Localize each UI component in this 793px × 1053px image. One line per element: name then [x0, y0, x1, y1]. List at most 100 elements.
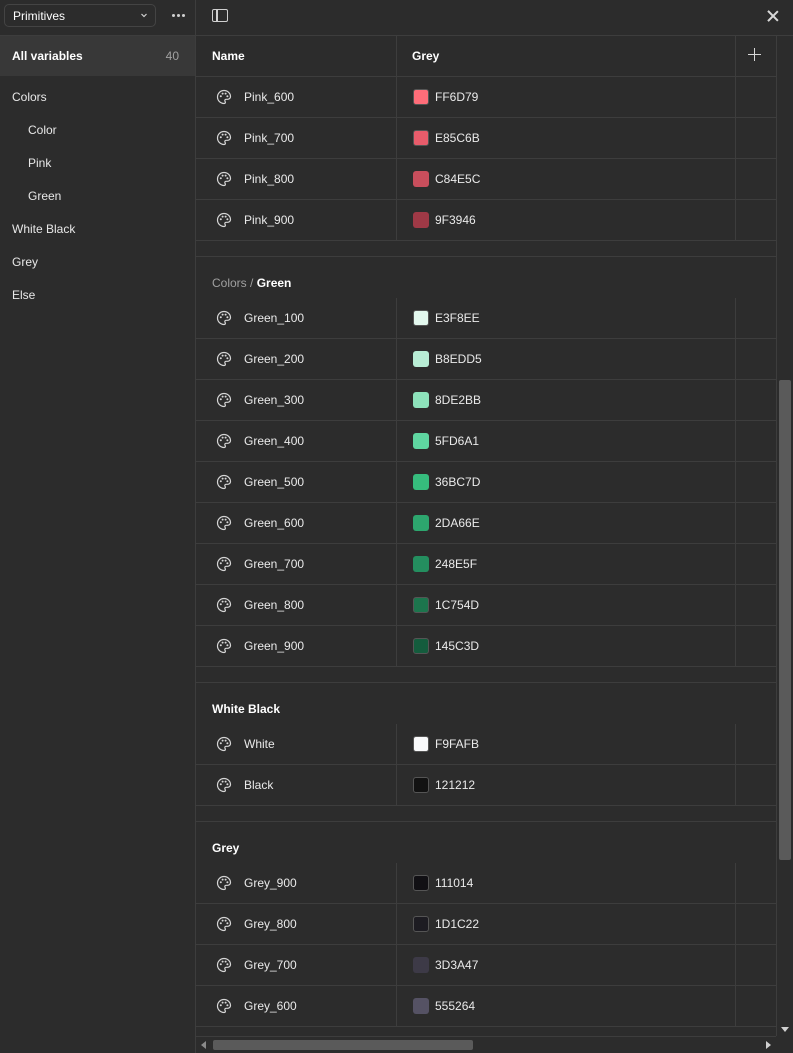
close-icon[interactable] — [767, 10, 779, 22]
vertical-scrollbar[interactable] — [776, 36, 793, 1036]
vertical-scroll-thumb[interactable] — [779, 380, 791, 860]
table-row[interactable]: Black 121212 — [196, 765, 776, 806]
variable-value[interactable]: C84E5C — [435, 172, 480, 186]
variable-value[interactable]: 555264 — [435, 999, 475, 1013]
table-row[interactable]: Green_400 5FD6A1 — [196, 421, 776, 462]
table-row[interactable]: Grey_800 1D1C22 — [196, 904, 776, 945]
variable-value[interactable]: 3D3A47 — [435, 958, 478, 972]
variable-name[interactable]: Grey_600 — [244, 999, 297, 1013]
variable-value[interactable]: 1C754D — [435, 598, 479, 612]
column-header-name[interactable]: Name — [212, 49, 245, 63]
sidebar-item-pink[interactable]: Pink — [0, 146, 195, 179]
variable-name[interactable]: Pink_600 — [244, 90, 294, 104]
scroll-left-arrow-icon[interactable] — [201, 1041, 206, 1049]
variable-name[interactable]: Green_200 — [244, 352, 304, 366]
variable-name[interactable]: Green_700 — [244, 557, 304, 571]
chevron-down-icon — [141, 13, 147, 18]
color-swatch[interactable] — [413, 171, 429, 187]
variable-value[interactable]: 111014 — [435, 876, 473, 890]
color-swatch[interactable] — [413, 638, 429, 654]
sidebar-item-all-variables[interactable]: All variables 40 — [0, 36, 195, 76]
variable-name[interactable]: Green_100 — [244, 311, 304, 325]
color-swatch[interactable] — [413, 736, 429, 752]
color-swatch[interactable] — [413, 998, 429, 1014]
color-swatch[interactable] — [413, 515, 429, 531]
table-row[interactable]: Grey_600 555264 — [196, 986, 776, 1027]
color-swatch[interactable] — [413, 310, 429, 326]
variable-name[interactable]: Pink_700 — [244, 131, 294, 145]
color-swatch[interactable] — [413, 89, 429, 105]
table-row[interactable]: Green_100 E3F8EE — [196, 298, 776, 339]
variable-name[interactable]: Grey_700 — [244, 958, 297, 972]
sidebar-item-colors[interactable]: Colors — [0, 80, 195, 113]
color-swatch[interactable] — [413, 433, 429, 449]
variable-name[interactable]: Grey_800 — [244, 917, 297, 931]
table-row[interactable]: Grey_900 111014 — [196, 863, 776, 904]
collection-select[interactable]: Primitives — [4, 4, 156, 27]
add-mode-plus-icon[interactable] — [748, 48, 762, 62]
variable-value[interactable]: F9FAFB — [435, 737, 479, 751]
table-row[interactable]: Grey_700 3D3A47 — [196, 945, 776, 986]
variable-value[interactable]: 145C3D — [435, 639, 479, 653]
table-row[interactable]: White F9FAFB — [196, 724, 776, 765]
color-swatch[interactable] — [413, 212, 429, 228]
more-options-icon[interactable] — [168, 8, 188, 22]
variable-value[interactable]: 1D1C22 — [435, 917, 479, 931]
variable-name[interactable]: Green_500 — [244, 475, 304, 489]
variable-value[interactable]: 121212 — [435, 778, 475, 792]
variable-name[interactable]: White — [244, 737, 275, 751]
sidebar-toggle-icon[interactable] — [212, 9, 228, 22]
table-row[interactable]: Green_500 36BC7D — [196, 462, 776, 503]
variable-name[interactable]: Green_300 — [244, 393, 304, 407]
color-swatch[interactable] — [413, 392, 429, 408]
table-row[interactable]: Pink_600 FF6D79 — [196, 77, 776, 118]
variable-value[interactable]: E85C6B — [435, 131, 480, 145]
sidebar-item-white-black[interactable]: White Black — [0, 212, 195, 245]
color-swatch[interactable] — [413, 916, 429, 932]
variable-value[interactable]: 9F3946 — [435, 213, 476, 227]
variable-name[interactable]: Green_900 — [244, 639, 304, 653]
variable-value[interactable]: 248E5F — [435, 557, 477, 571]
table-row[interactable]: Green_200 B8EDD5 — [196, 339, 776, 380]
variable-value[interactable]: 5FD6A1 — [435, 434, 479, 448]
color-swatch[interactable] — [413, 556, 429, 572]
sidebar-item-grey[interactable]: Grey — [0, 245, 195, 278]
scroll-right-arrow-icon[interactable] — [766, 1041, 771, 1049]
variable-name[interactable]: Black — [244, 778, 273, 792]
table-row[interactable]: Pink_900 9F3946 — [196, 200, 776, 241]
color-variable-icon — [216, 515, 232, 531]
variable-value[interactable]: 36BC7D — [435, 475, 480, 489]
table-row[interactable]: Green_600 2DA66E — [196, 503, 776, 544]
variable-name[interactable]: Pink_900 — [244, 213, 294, 227]
color-swatch[interactable] — [413, 957, 429, 973]
variable-name[interactable]: Green_600 — [244, 516, 304, 530]
horizontal-scrollbar[interactable] — [196, 1036, 776, 1053]
table-row[interactable]: Green_300 8DE2BB — [196, 380, 776, 421]
sidebar-item-color[interactable]: Color — [0, 113, 195, 146]
variable-name[interactable]: Pink_800 — [244, 172, 294, 186]
horizontal-scroll-thumb[interactable] — [213, 1040, 473, 1050]
variable-value[interactable]: FF6D79 — [435, 90, 478, 104]
sidebar-item-else[interactable]: Else — [0, 278, 195, 311]
table-row[interactable]: Green_700 248E5F — [196, 544, 776, 585]
variable-value[interactable]: B8EDD5 — [435, 352, 482, 366]
variable-name[interactable]: Green_800 — [244, 598, 304, 612]
table-row[interactable]: Green_800 1C754D — [196, 585, 776, 626]
variable-value[interactable]: 2DA66E — [435, 516, 480, 530]
table-row[interactable]: Green_900 145C3D — [196, 626, 776, 667]
column-header-mode[interactable]: Grey — [412, 49, 439, 63]
variable-value[interactable]: 8DE2BB — [435, 393, 481, 407]
sidebar-item-green[interactable]: Green — [0, 179, 195, 212]
table-row[interactable]: Pink_700 E85C6B — [196, 118, 776, 159]
color-swatch[interactable] — [413, 777, 429, 793]
variable-name[interactable]: Grey_900 — [244, 876, 297, 890]
color-swatch[interactable] — [413, 351, 429, 367]
color-swatch[interactable] — [413, 875, 429, 891]
variable-value[interactable]: E3F8EE — [435, 311, 480, 325]
color-swatch[interactable] — [413, 597, 429, 613]
variable-name[interactable]: Green_400 — [244, 434, 304, 448]
color-swatch[interactable] — [413, 474, 429, 490]
table-row[interactable]: Pink_800 C84E5C — [196, 159, 776, 200]
color-swatch[interactable] — [413, 130, 429, 146]
scroll-down-arrow-icon[interactable] — [781, 1027, 789, 1032]
